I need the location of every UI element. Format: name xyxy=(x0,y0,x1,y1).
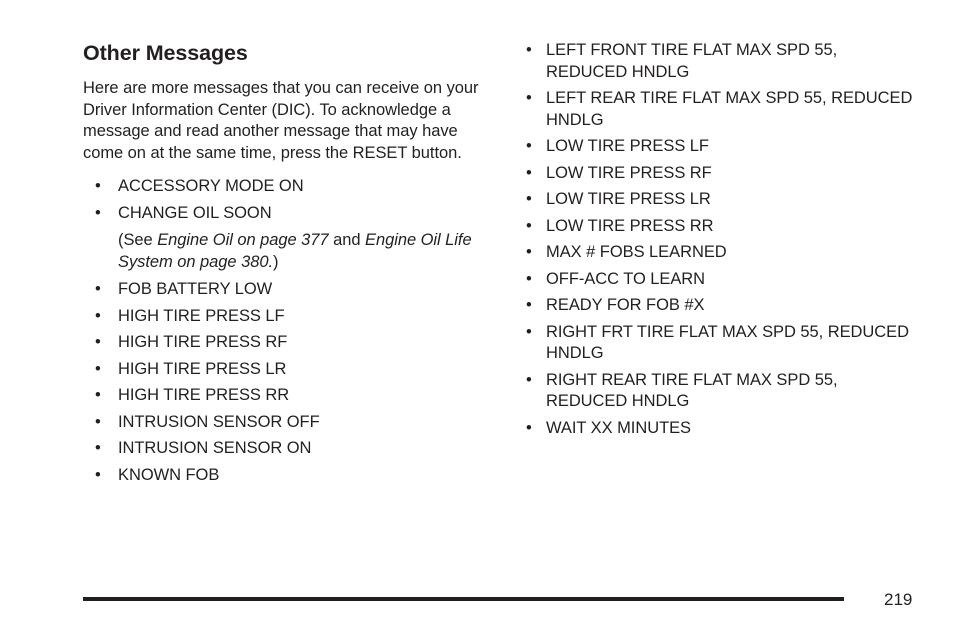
page-title: Other Messages xyxy=(83,41,248,65)
list-item-label: CHANGE OIL SOON xyxy=(118,203,272,222)
note-suffix: ) xyxy=(273,252,279,271)
list-item: • MAX # FOBS LEARNED xyxy=(526,242,918,264)
list-item-label: INTRUSION SENSOR OFF xyxy=(118,412,320,431)
page-number: 219 xyxy=(884,590,913,609)
list-item: • HIGH TIRE PRESS LF xyxy=(83,306,483,328)
list-item-label: LEFT FRONT TIRE FLAT MAX SPD 55, REDUCED… xyxy=(546,41,838,81)
list-item-label: ACCESSORY MODE ON xyxy=(118,177,304,195)
bullet-icon: • xyxy=(95,359,101,378)
list-item-label: INTRUSION SENSOR ON xyxy=(118,439,312,457)
list-item: • HIGH TIRE PRESS LR xyxy=(83,359,483,381)
list-item: • RIGHT REAR TIRE FLAT MAX SPD 55, REDUC… xyxy=(526,370,918,413)
list-item-label: HIGH TIRE PRESS RF xyxy=(118,333,288,351)
list-item: • RIGHT FRT TIRE FLAT MAX SPD 55, REDUCE… xyxy=(526,322,918,365)
bullet-icon: • xyxy=(95,465,101,484)
list-item: • ACCESSORY MODE ON xyxy=(83,176,483,198)
bullet-icon: • xyxy=(526,137,532,155)
bullet-icon: • xyxy=(526,322,532,341)
right-message-list: • LEFT FRONT TIRE FLAT MAX SPD 55, REDUC… xyxy=(526,40,918,439)
bullet-icon: • xyxy=(95,333,101,351)
manual-page: Other Messages Here are more messages th… xyxy=(0,0,954,636)
list-item: • KNOWN FOB xyxy=(83,465,483,487)
list-item: • LOW TIRE PRESS RR xyxy=(526,216,918,238)
bullet-icon: • xyxy=(526,41,532,59)
list-item-label: HIGH TIRE PRESS RR xyxy=(118,386,290,404)
list-item-label: MAX # FOBS LEARNED xyxy=(546,243,727,261)
right-column: • LEFT FRONT TIRE FLAT MAX SPD 55, REDUC… xyxy=(526,40,918,444)
note-prefix: (See xyxy=(118,231,158,249)
list-item: • CHANGE OIL SOON xyxy=(83,203,483,225)
list-item: • FOB BATTERY LOW xyxy=(83,279,483,301)
bullet-icon: • xyxy=(526,418,532,437)
list-item-label: READY FOR FOB #X xyxy=(546,296,705,314)
intro-paragraph: Here are more messages that you can rece… xyxy=(83,79,479,162)
cross-reference-note: (See Engine Oil on page 377 and Engine O… xyxy=(83,230,483,273)
left-message-list-bottom: • FOB BATTERY LOW • HIGH TIRE PRESS LF •… xyxy=(83,279,483,486)
list-item: • LOW TIRE PRESS LF xyxy=(526,136,918,158)
bullet-icon: • xyxy=(95,306,101,325)
list-item-label: LOW TIRE PRESS RF xyxy=(546,163,712,182)
list-item: • OFF-ACC TO LEARN xyxy=(526,269,918,291)
list-item: • READY FOR FOB #X xyxy=(526,295,918,317)
list-item: • HIGH TIRE PRESS RR xyxy=(83,385,483,407)
list-item-label: LOW TIRE PRESS LF xyxy=(546,137,709,155)
bullet-icon: • xyxy=(95,177,101,195)
list-item: • LEFT REAR TIRE FLAT MAX SPD 55, REDUCE… xyxy=(526,88,918,131)
list-item-label: KNOWN FOB xyxy=(118,465,220,484)
list-item-label: LOW TIRE PRESS RR xyxy=(546,216,714,235)
list-item: • LOW TIRE PRESS LR xyxy=(526,189,918,211)
list-item-label: RIGHT REAR TIRE FLAT MAX SPD 55, REDUCED… xyxy=(546,370,838,411)
list-item: • WAIT XX MINUTES xyxy=(526,418,918,440)
cross-reference-link-engine-oil[interactable]: Engine Oil on page 377 xyxy=(157,231,328,249)
list-item-label: RIGHT FRT TIRE FLAT MAX SPD 55, REDUCED … xyxy=(546,322,909,363)
list-item: • LOW TIRE PRESS RF xyxy=(526,163,918,185)
list-item: • LEFT FRONT TIRE FLAT MAX SPD 55, REDUC… xyxy=(526,40,918,83)
note-conjunction: and xyxy=(328,231,366,249)
bullet-icon: • xyxy=(526,89,532,107)
footer-divider xyxy=(83,597,844,601)
bullet-icon: • xyxy=(526,296,532,314)
list-item-label: OFF-ACC TO LEARN xyxy=(546,269,706,288)
bullet-icon: • xyxy=(95,386,101,404)
list-item-label: WAIT XX MINUTES xyxy=(546,418,692,437)
left-column: Other Messages Here are more messages th… xyxy=(83,40,483,491)
list-item: • INTRUSION SENSOR OFF xyxy=(83,412,483,434)
list-item-label: HIGH TIRE PRESS LF xyxy=(118,306,285,325)
bullet-icon: • xyxy=(526,370,532,389)
list-item-label: FOB BATTERY LOW xyxy=(118,280,273,298)
list-item-label: HIGH TIRE PRESS LR xyxy=(118,359,287,378)
bullet-icon: • xyxy=(95,280,101,298)
bullet-icon: • xyxy=(526,163,532,182)
bullet-icon: • xyxy=(526,216,532,235)
list-item: • INTRUSION SENSOR ON xyxy=(83,438,483,460)
list-item-label: LEFT REAR TIRE FLAT MAX SPD 55, REDUCED … xyxy=(546,89,913,129)
list-item-label: LOW TIRE PRESS LR xyxy=(546,190,711,208)
left-message-list-top: • ACCESSORY MODE ON • CHANGE OIL SOON xyxy=(83,176,483,224)
bullet-icon: • xyxy=(95,203,101,222)
bullet-icon: • xyxy=(526,190,532,208)
bullet-icon: • xyxy=(95,412,101,431)
bullet-icon: • xyxy=(526,269,532,288)
list-item: • HIGH TIRE PRESS RF xyxy=(83,332,483,354)
bullet-icon: • xyxy=(526,243,532,261)
bullet-icon: • xyxy=(95,439,101,457)
